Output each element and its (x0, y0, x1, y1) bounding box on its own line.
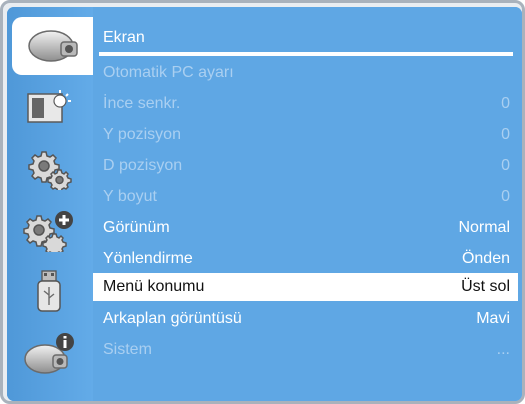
menu-item-fine-sync: İnce senkr. 0 (93, 90, 518, 118)
menu-item-orientation[interactable]: Yönlendirme Önden (93, 245, 518, 273)
menu-item-label: Sistem (103, 341, 152, 358)
menu-item-system: Sistem ... (93, 336, 518, 364)
sidebar-tab-setup[interactable] (12, 139, 86, 197)
projector-display-icon (25, 26, 81, 66)
menu-item-value: ... (496, 341, 510, 358)
menu-item-value: Normal (458, 219, 510, 236)
menu-item-value: 0 (501, 157, 510, 174)
menu-item-label: Arkaplan görüntüsü (103, 310, 242, 327)
advanced-setup-gear-icon (21, 208, 77, 252)
menu-item-background[interactable]: Arkaplan görüntüsü Mavi (93, 305, 518, 333)
menu-item-label: Y pozisyon (103, 126, 181, 143)
menu-frame: Ekran Otomatik PC ayarı İnce senkr. 0 Y … (0, 0, 525, 404)
menu-item-label: D pozisyon (103, 157, 183, 174)
menu-item-label: Görünüm (103, 219, 170, 236)
menu-item-label: Menü konumu (103, 278, 205, 295)
usb-icon (29, 269, 69, 315)
menu-item-value: Önden (461, 250, 510, 267)
menu-item-aspect[interactable]: Görünüm Normal (93, 214, 518, 242)
menu-item-value: Üst sol (461, 278, 510, 295)
menu-item-h-position: D pozisyon 0 (93, 152, 518, 180)
menu-item-label: Otomatik PC ayarı (103, 64, 234, 81)
menu-item-value: 0 (501, 95, 510, 112)
menu-content: Ekran Otomatik PC ayarı İnce senkr. 0 Y … (93, 7, 522, 401)
menu-item-value: 0 (501, 126, 510, 143)
menu-item-auto-pc-adjust: Otomatik PC ayarı (93, 59, 518, 87)
menu-item-v-size: Y boyut 0 (93, 183, 518, 211)
menu-item-label: Yönlendirme (103, 250, 193, 267)
sidebar-tab-info[interactable] (12, 325, 86, 383)
sidebar-tab-usb[interactable] (12, 263, 86, 321)
sidebar-tab-display[interactable] (12, 17, 94, 75)
menu-title: Ekran (103, 29, 145, 46)
menu-sidebar (7, 7, 94, 401)
menu-item-label: İnce senkr. (103, 95, 181, 112)
menu-item-value: 0 (501, 188, 510, 205)
sidebar-tab-advanced[interactable] (12, 201, 86, 259)
setup-gear-icon (24, 146, 74, 190)
menu-item-label: Y boyut (103, 188, 157, 205)
picture-adjust-icon (24, 88, 74, 128)
menu-item-value: Mavi (476, 310, 510, 327)
sidebar-tab-picture[interactable] (12, 79, 86, 137)
menu-item-menu-position[interactable]: Menü konumu Üst sol (93, 273, 518, 301)
menu-item-v-position: Y pozisyon 0 (93, 121, 518, 149)
osd-menu-panel: Ekran Otomatik PC ayarı İnce senkr. 0 Y … (7, 7, 522, 401)
projector-info-icon (21, 331, 77, 377)
title-divider (99, 52, 513, 56)
